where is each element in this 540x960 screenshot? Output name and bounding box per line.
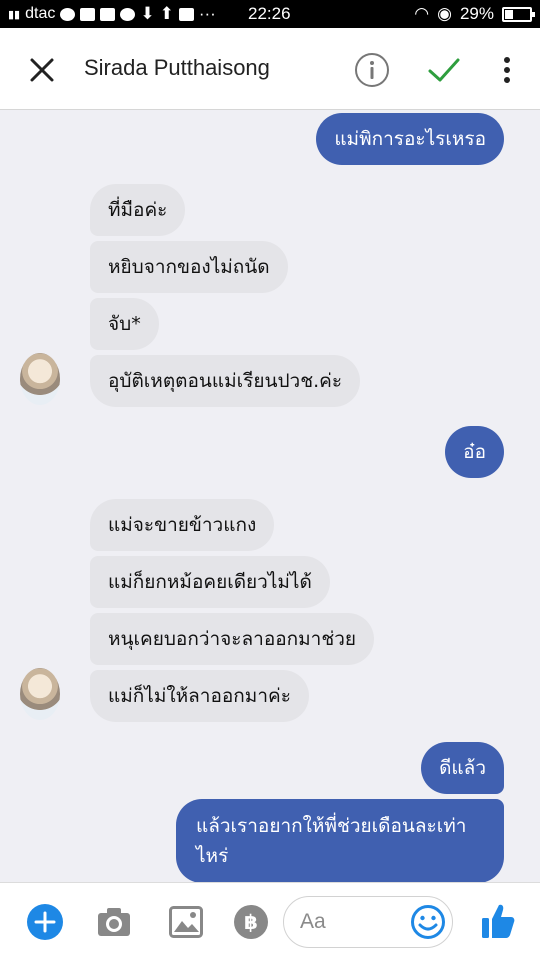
messenger-icon: [120, 7, 136, 21]
camera-icon[interactable]: [96, 906, 132, 938]
status-bar: ▮▮ dtac ⬇ ⬆ ··· 22:26 ◠ ◉ 29%: [0, 0, 540, 28]
message-list: แม่พิการอะไรเหรอ ที่มือค่ะ หยิบจากของไม่…: [0, 110, 540, 882]
avatar[interactable]: [20, 353, 60, 405]
svg-text:฿: ฿: [244, 910, 258, 934]
person-icon: ⬆: [159, 4, 174, 23]
message-bubble-incoming[interactable]: ที่มือค่ะ: [90, 184, 186, 236]
message-bubble-incoming[interactable]: แม่จะขายข้าวแกง: [90, 499, 275, 551]
thumbs-up-icon[interactable]: [480, 902, 516, 940]
message-bubble-outgoing[interactable]: แล้วเราอยากให้พี่ช่วยเดือนละเท่าไหร่: [176, 799, 504, 882]
download-icon: ⬇: [140, 4, 155, 23]
message-bubble-outgoing[interactable]: อ๋อ: [445, 426, 504, 478]
close-icon[interactable]: [26, 54, 58, 86]
battery-icon: [502, 6, 535, 22]
emoji-icon[interactable]: [410, 904, 446, 940]
status-left: ▮▮ dtac ⬇ ⬆ ···: [8, 4, 216, 24]
more-vertical-icon[interactable]: [495, 54, 519, 86]
baht-payment-icon[interactable]: ฿: [233, 904, 269, 940]
overflow-dots: ···: [198, 4, 216, 23]
message-input-placeholder: Aa: [300, 910, 326, 933]
signal-icon: ▮▮: [8, 8, 21, 21]
chat-header: Sirada Putthaisong: [0, 28, 540, 110]
avatar[interactable]: [20, 668, 60, 720]
battery-percent: 29%: [459, 4, 494, 23]
line-app-icon: [60, 7, 76, 21]
facebook-icon: [178, 7, 194, 21]
message-bubble-incoming[interactable]: แม่ก็ไม่ให้ลาออกมาค่ะ: [90, 670, 309, 722]
composer-bar: ฿ Aa: [0, 882, 540, 960]
message-bubble-outgoing[interactable]: ดีแล้ว: [421, 742, 504, 794]
plus-icon[interactable]: [27, 904, 63, 940]
mail-icon: [80, 7, 96, 21]
message-bubble-incoming[interactable]: อุบัติเหตุตอนแม่เรียนปวช.ค่ะ: [90, 355, 361, 407]
message-bubble-incoming[interactable]: หนุเคยบอกว่าจะลาออกมาช่วย: [90, 613, 375, 665]
carrier-label: dtac: [25, 5, 56, 22]
message-bubble-incoming[interactable]: แม่ก็ยกหม้อคยเดียวไม่ได้: [90, 556, 330, 608]
message-bubble-incoming[interactable]: จับ*: [90, 298, 159, 350]
info-icon[interactable]: [354, 52, 390, 88]
youtube-icon: [100, 7, 116, 21]
check-icon[interactable]: [426, 52, 462, 88]
eye-icon: ◉: [437, 4, 452, 23]
gallery-icon[interactable]: [169, 906, 203, 938]
message-bubble-outgoing[interactable]: แม่พิการอะไรเหรอ: [316, 113, 504, 165]
status-right: ◠ ◉ 29%: [414, 4, 535, 24]
clock: 22:26: [248, 4, 291, 23]
contact-name[interactable]: Sirada Putthaisong: [84, 55, 270, 81]
headset-icon: ◠: [414, 4, 430, 23]
message-bubble-incoming[interactable]: หยิบจากของไม่ถนัด: [90, 241, 288, 293]
